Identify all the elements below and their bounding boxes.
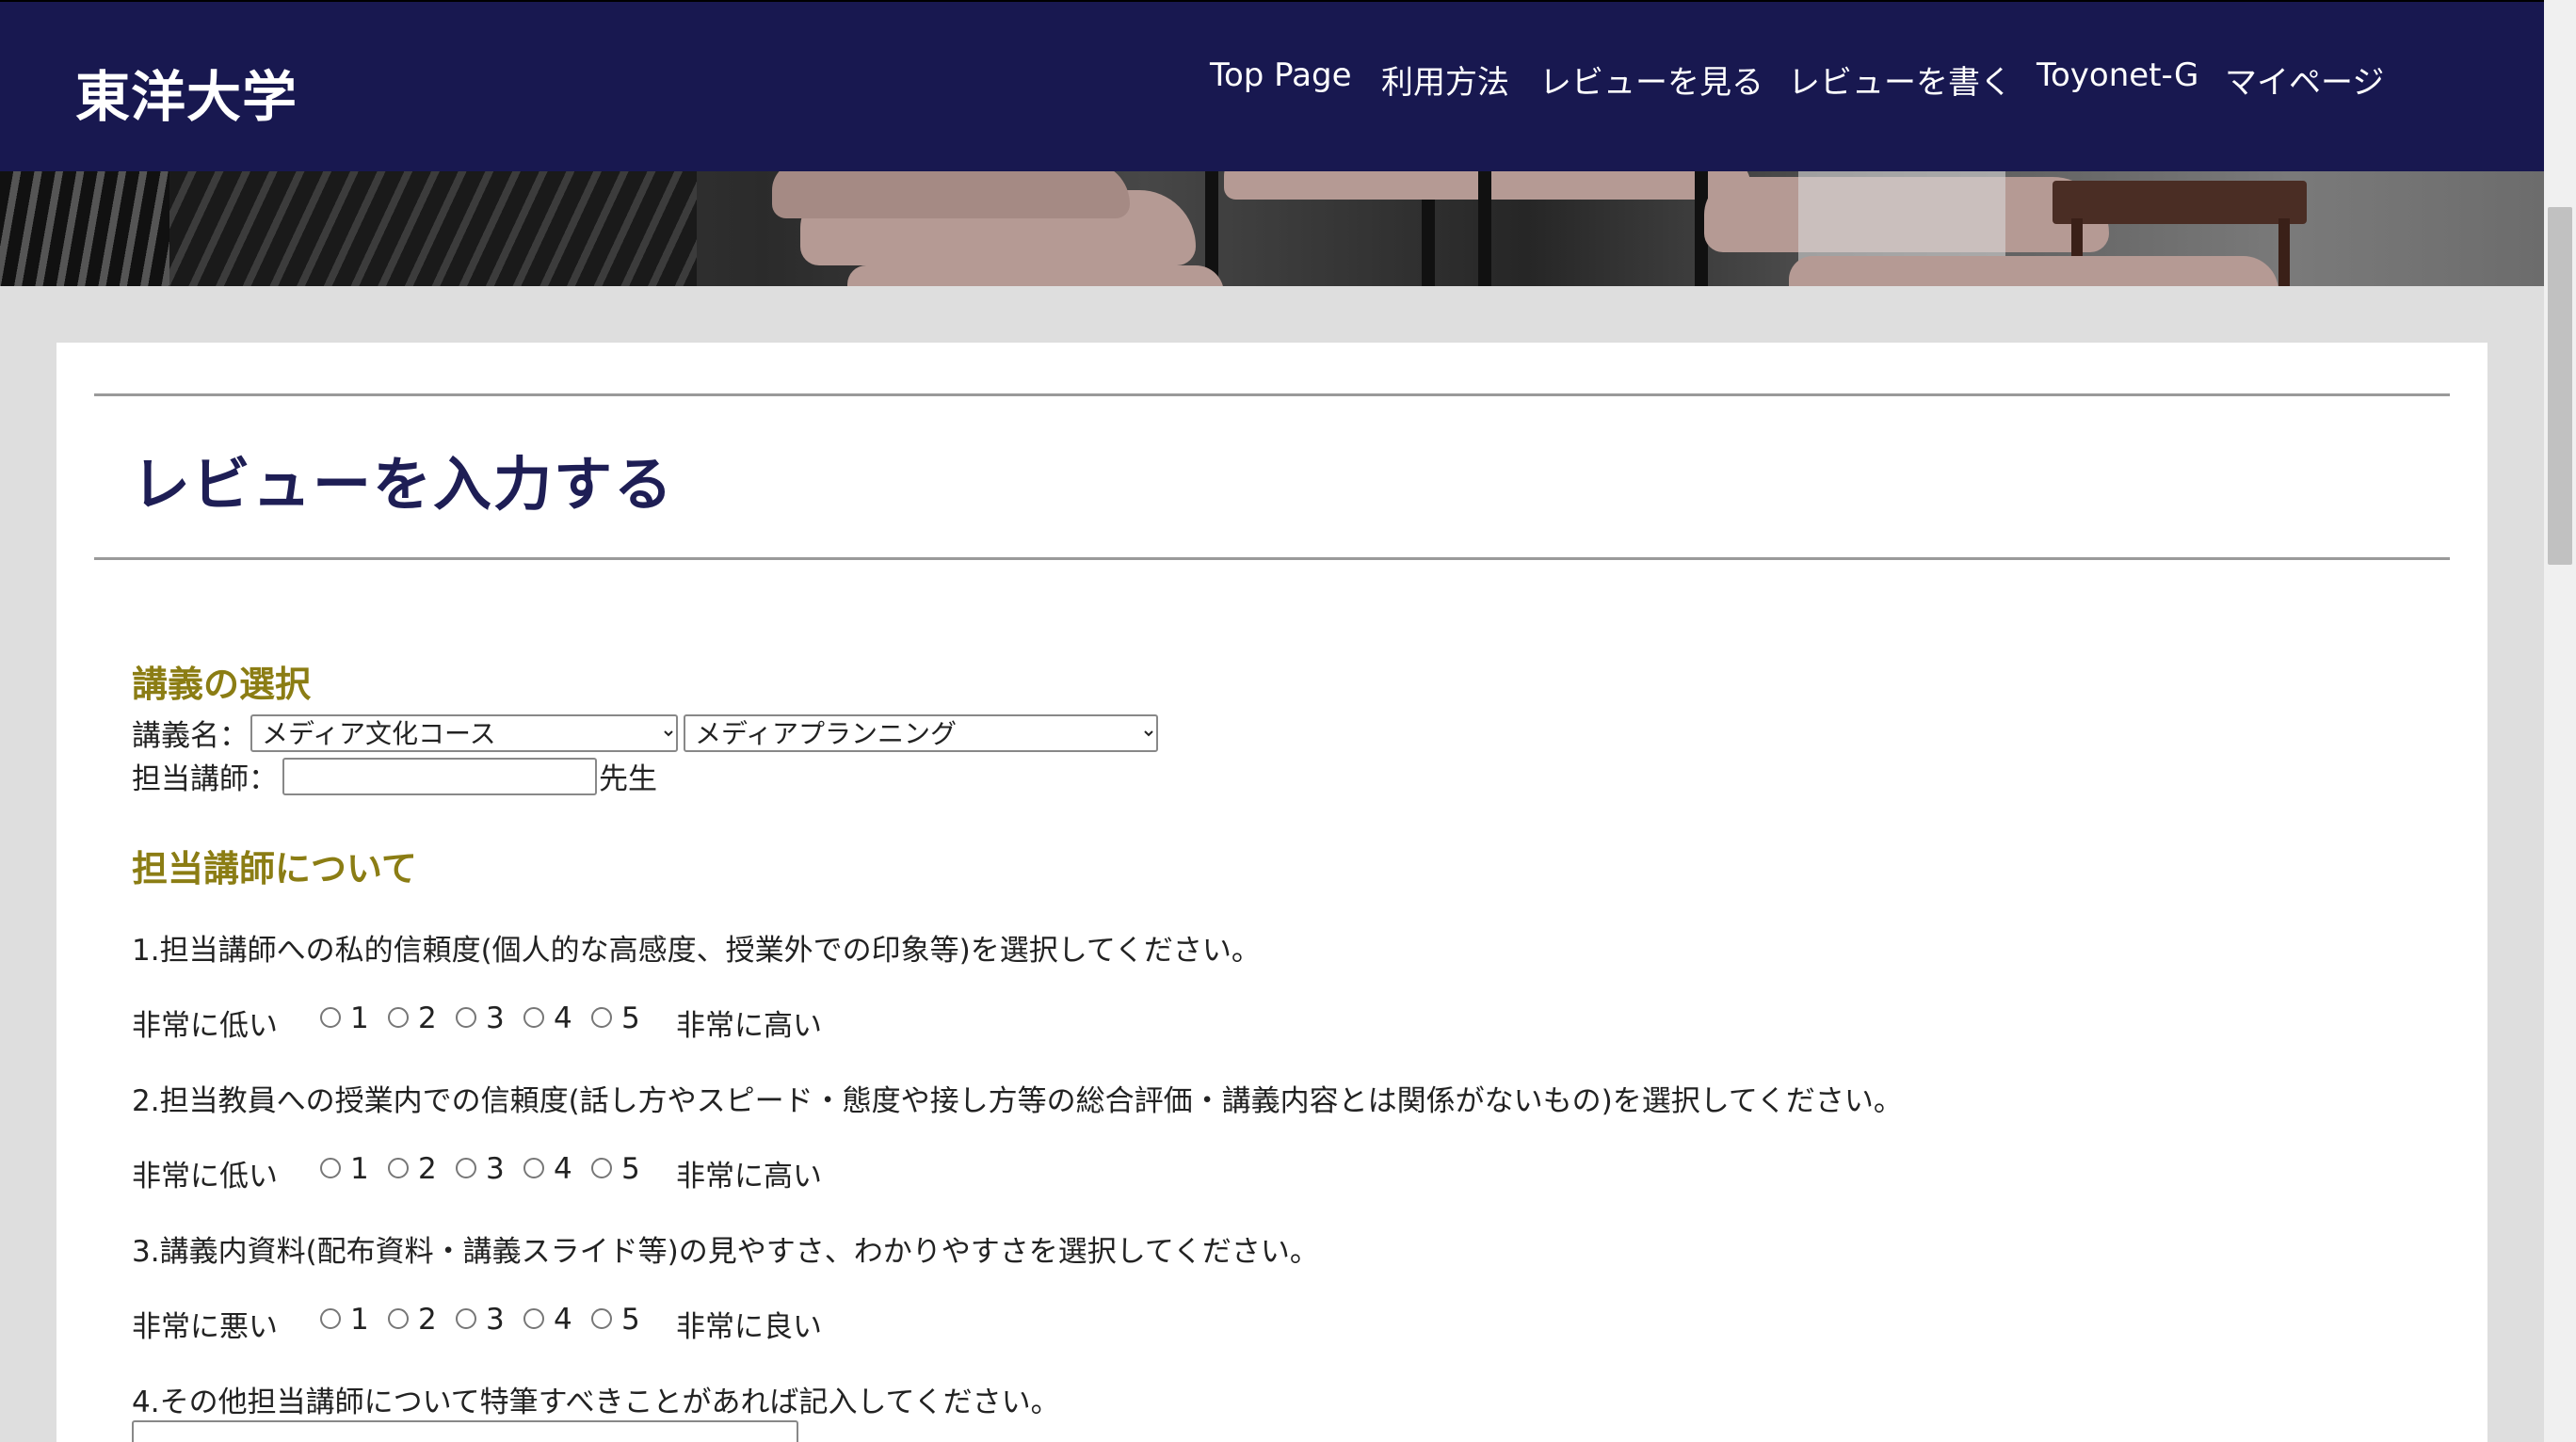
radio-button[interactable]: [388, 1308, 409, 1329]
rating-high-label: 非常に高い: [676, 1009, 822, 1043]
section-heading-instructor: 担当講師について: [132, 848, 417, 889]
nav-how-to-use[interactable]: 利用方法: [1381, 56, 1509, 103]
nav-view-reviews[interactable]: レビューを見る: [1539, 56, 1763, 103]
question-2-rating: 非常に低い 1 2 3 4 5 非常に高い: [132, 1152, 822, 1194]
nav-top-page[interactable]: Top Page: [1210, 56, 1352, 94]
scrollbar-thumb[interactable]: [2548, 207, 2572, 565]
lecture-name-label: 講義名：: [132, 719, 249, 753]
radio-button[interactable]: [456, 1308, 476, 1329]
question-3-rating: 非常に悪い 1 2 3 4 5 非常に良い: [132, 1303, 822, 1344]
rating-high-label: 非常に良い: [676, 1310, 822, 1344]
question-4-textarea[interactable]: [132, 1420, 798, 1442]
nav-write-review[interactable]: レビューを書く: [1788, 56, 2012, 103]
lecture-select[interactable]: メディアプランニング: [684, 714, 1158, 752]
course-select[interactable]: メディア文化コース: [250, 714, 678, 752]
instructor-suffix: 先生: [599, 762, 657, 796]
review-form-card: レビューを入力する 講義の選択 講義名： メディア文化コース メディアプランニン…: [56, 343, 2487, 1442]
site-logo[interactable]: 東洋大学: [75, 53, 298, 132]
rating-low-label: 非常に悪い: [132, 1310, 278, 1344]
title-top-divider: [94, 393, 2450, 396]
radio-button[interactable]: [523, 1158, 544, 1178]
radio-button[interactable]: [523, 1007, 544, 1028]
instructor-label: 担当講師：: [132, 762, 278, 796]
rating-low-label: 非常に低い: [132, 1009, 278, 1043]
browser-viewport: 東洋大学 Top Page 利用方法 レビューを見る レビューを書く Toyon…: [0, 0, 2544, 1442]
radio-button[interactable]: [523, 1308, 544, 1329]
radio-button[interactable]: [388, 1158, 409, 1178]
title-bottom-divider: [94, 557, 2450, 560]
instructor-input[interactable]: [282, 758, 597, 795]
question-2-text: 2.担当教員への授業内での信頼度(話し方やスピード・態度や接し方等の総合評価・講…: [132, 1084, 1903, 1118]
radio-button[interactable]: [591, 1308, 612, 1329]
question-1-rating: 非常に低い 1 2 3 4 5 非常に高い: [132, 1001, 822, 1043]
question-3-text: 3.講義内資料(配布資料・講義スライド等)の見やすさ、わかりやすさを選択してくだ…: [132, 1235, 1319, 1269]
site-header: 東洋大学 Top Page 利用方法 レビューを見る レビューを書く Toyon…: [0, 0, 2544, 173]
rating-low-label: 非常に低い: [132, 1160, 278, 1194]
page-scrollbar[interactable]: [2544, 0, 2576, 1442]
radio-button[interactable]: [591, 1007, 612, 1028]
radio-button[interactable]: [456, 1007, 476, 1028]
radio-button[interactable]: [320, 1308, 341, 1329]
question-4-text: 4.その他担当講師について特筆すべきことがあれば記入してください。: [132, 1386, 1060, 1419]
radio-button[interactable]: [591, 1158, 612, 1178]
nav-my-page[interactable]: マイページ: [2225, 56, 2384, 103]
hero-classroom-image: [0, 171, 2544, 286]
question-1-text: 1.担当講師への私的信頼度(個人的な高感度、授業外での印象等)を選択してください…: [132, 934, 1261, 968]
nav-toyonet-g[interactable]: Toyonet-G: [2037, 56, 2198, 94]
page-title: レビューを入力する: [132, 450, 675, 519]
radio-button[interactable]: [320, 1158, 341, 1178]
radio-button[interactable]: [320, 1007, 341, 1028]
rating-high-label: 非常に高い: [676, 1160, 822, 1194]
radio-button[interactable]: [388, 1007, 409, 1028]
radio-button[interactable]: [456, 1158, 476, 1178]
section-heading-lecture-select: 講義の選択: [132, 664, 312, 705]
